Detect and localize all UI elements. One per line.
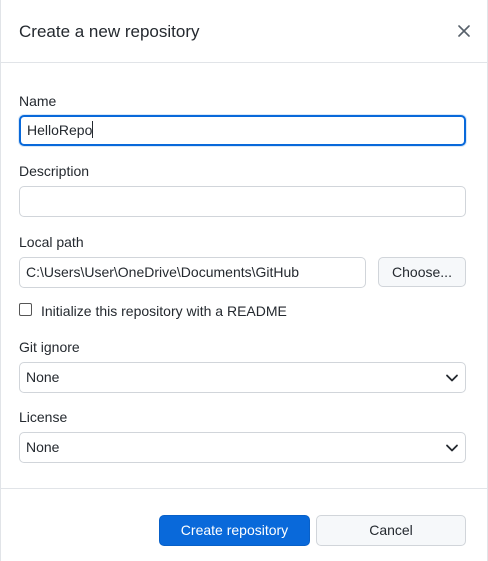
name-value: HelloRepo: [27, 122, 93, 138]
close-button[interactable]: [453, 20, 475, 42]
license-selected-value: None: [26, 439, 60, 455]
local-path-input[interactable]: C:\Users\User\OneDrive\Documents\GitHub: [19, 257, 366, 288]
gitignore-select[interactable]: None: [19, 362, 466, 393]
chevron-down-icon: [446, 444, 458, 452]
create-repository-button[interactable]: Create repository: [159, 515, 310, 546]
footer-divider: [1, 488, 487, 489]
description-label: Description: [19, 163, 90, 179]
dialog-header: Create a new repository: [1, 0, 487, 63]
cancel-button[interactable]: Cancel: [316, 515, 466, 546]
readme-checkbox[interactable]: [19, 303, 32, 316]
close-icon: [458, 25, 470, 37]
gitignore-label: Git ignore: [19, 339, 80, 355]
gitignore-selected-value: None: [26, 369, 60, 385]
create-repository-dialog: Create a new repository Name HelloRepo D…: [0, 0, 488, 561]
local-path-value: C:\Users\User\OneDrive\Documents\GitHub: [26, 264, 300, 280]
choose-button[interactable]: Choose...: [378, 257, 466, 287]
dialog-title: Create a new repository: [19, 22, 200, 41]
name-input[interactable]: HelloRepo: [19, 115, 466, 146]
text-caret: [92, 121, 94, 139]
local-path-label: Local path: [19, 234, 84, 250]
name-label: Name: [19, 93, 57, 109]
description-input[interactable]: [19, 186, 466, 217]
license-label: License: [19, 409, 68, 425]
readme-checkbox-label[interactable]: Initialize this repository with a README: [41, 303, 287, 319]
license-select[interactable]: None: [19, 432, 466, 463]
chevron-down-icon: [446, 374, 458, 382]
